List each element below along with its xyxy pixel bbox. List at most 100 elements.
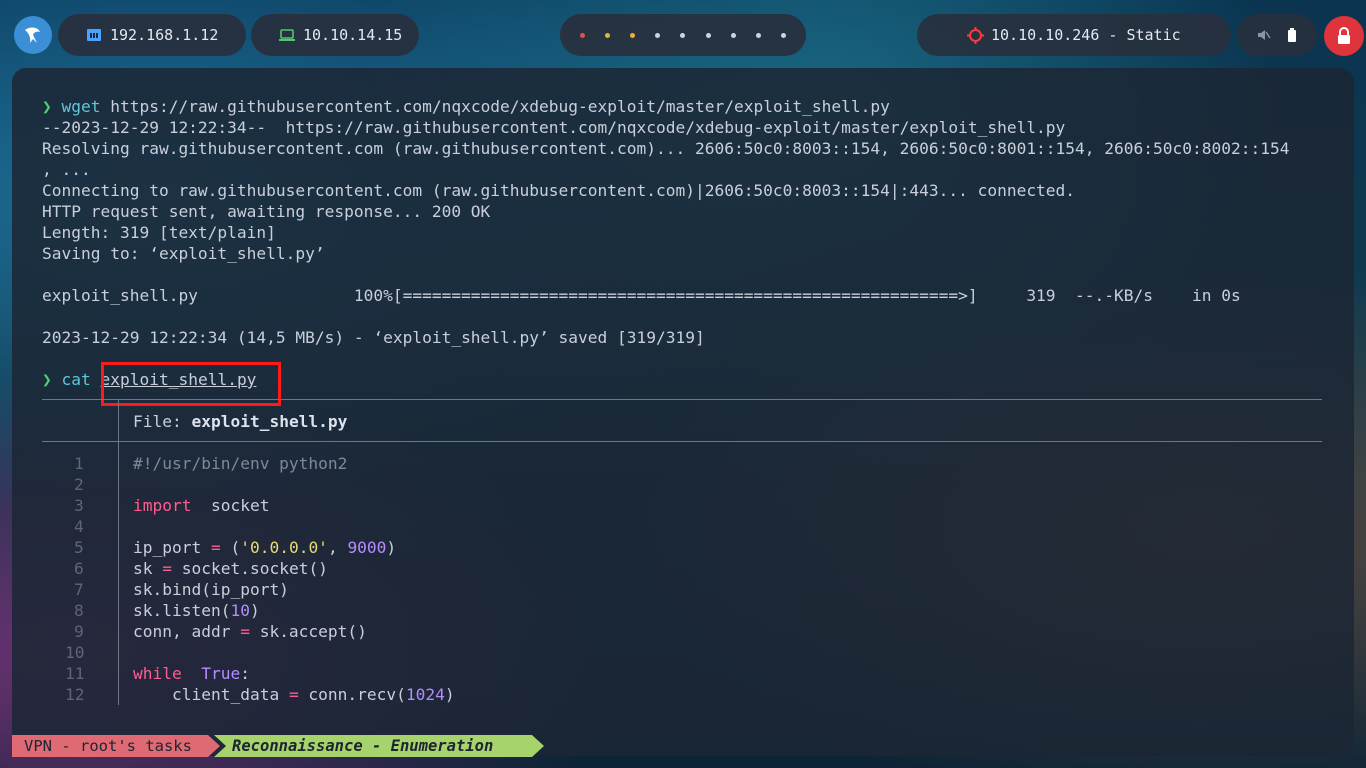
output-line: HTTP request sent, awaiting response... … <box>42 202 491 221</box>
workspace-5-indicator[interactable] <box>680 32 686 38</box>
bird-logo-icon <box>25 27 40 43</box>
output-line: --2023-12-29 12:22:34-- https://raw.gith… <box>42 118 1066 137</box>
line-number: 6 <box>74 559 84 578</box>
code-line: client_data = conn.recv(1024) <box>133 684 455 705</box>
workspace-3-indicator[interactable] <box>630 32 636 38</box>
volume-muted-icon[interactable] <box>1257 28 1271 42</box>
workspace-switcher[interactable] <box>560 14 806 56</box>
line-number: 3 <box>74 496 84 515</box>
wget-url: https://raw.githubusercontent.com/nqxcod… <box>100 97 890 116</box>
file-name: exploit_shell.py <box>191 412 348 431</box>
boolean-literal: True <box>201 664 241 683</box>
bat-gutter-rule <box>118 441 119 705</box>
bat-file-header: File: exploit_shell.py <box>133 411 347 432</box>
laptop-icon <box>279 29 295 41</box>
workspace-6-indicator[interactable] <box>705 32 711 38</box>
workspace-1-indicator[interactable] <box>580 32 586 38</box>
code-line: #!/usr/bin/env python2 <box>133 454 348 473</box>
code-line: ip_port = ('0.0.0.0', 9000) <box>133 537 396 558</box>
operator: = <box>210 538 221 557</box>
workspace-2-indicator[interactable] <box>605 32 611 38</box>
code-text: , <box>327 538 348 557</box>
cat-command: cat <box>61 370 91 389</box>
code-text: client_data <box>133 685 289 704</box>
output-line: Length: 319 [text/plain] <box>42 223 276 242</box>
line-number: 1 <box>74 454 84 473</box>
code-text: socket.socket() <box>172 559 328 578</box>
operator: = <box>288 685 299 704</box>
workspace-4-indicator[interactable] <box>655 32 661 38</box>
terminal-window[interactable]: ❯ wget https://raw.githubusercontent.com… <box>12 68 1354 756</box>
code-text: conn.recv( <box>298 685 406 704</box>
workspace-9-indicator[interactable] <box>780 32 786 38</box>
bat-header-rule <box>42 441 1322 442</box>
code-line: sk.bind(ip_port) <box>133 580 289 599</box>
code-line: sk = socket.socket() <box>133 558 328 579</box>
code-text: sk.listen( <box>133 601 231 620</box>
code-line: import socket <box>133 495 269 516</box>
line-number: 10 <box>65 643 85 662</box>
code-line: sk.listen(10) <box>133 600 260 621</box>
line-number: 7 <box>74 580 84 599</box>
operator: = <box>162 559 172 578</box>
target-ip-text: 10.10.10.246 - Static <box>991 26 1181 44</box>
target-ip-widget[interactable]: 10.10.10.246 - Static <box>917 14 1231 56</box>
code-text: socket <box>191 496 270 515</box>
code-text: sk <box>133 559 163 578</box>
output-line: Resolving raw.githubusercontent.com (raw… <box>42 139 1290 158</box>
bat-header-gutter-rule <box>118 399 119 441</box>
operator: = <box>240 622 250 641</box>
code-text: ) <box>386 538 397 557</box>
local-ip-text: 192.168.1.12 <box>110 26 219 44</box>
code-text: ip_port <box>133 538 211 557</box>
lock-icon <box>1338 27 1350 44</box>
output-line: , ... <box>42 160 91 179</box>
string-literal: '0.0.0.0' <box>240 538 328 557</box>
battery-icon[interactable] <box>1287 27 1297 43</box>
keyword: import <box>133 496 192 515</box>
distro-logo-button[interactable] <box>14 16 52 54</box>
lock-screen-button[interactable] <box>1324 16 1364 56</box>
code-text: ( <box>220 538 241 557</box>
code-line: conn, addr = sk.accept() <box>133 621 367 642</box>
line-number: 9 <box>74 622 84 641</box>
output-line: Saving to: ‘exploit_shell.py’ <box>42 244 325 263</box>
line-number: 12 <box>65 685 85 704</box>
vpn-ip-text: 10.10.14.15 <box>303 26 403 44</box>
code-text: ) <box>444 685 455 704</box>
number-literal: 1024 <box>405 685 445 704</box>
session-label[interactable]: VPN - root's tasks <box>12 735 220 757</box>
number-literal: 9000 <box>347 538 387 557</box>
workspace-7-indicator[interactable] <box>730 32 736 38</box>
crosshair-icon <box>967 27 984 44</box>
file-label: File: <box>133 412 192 431</box>
code-text: : <box>240 664 250 683</box>
line-number: 8 <box>74 601 84 620</box>
download-progress: exploit_shell.py 100%[==================… <box>42 286 1241 305</box>
prompt-symbol: ❯ <box>42 370 52 389</box>
code-line: while True: <box>133 663 250 684</box>
line-number: 11 <box>65 664 85 683</box>
keyword: while <box>133 664 182 683</box>
line-number: 5 <box>74 538 84 557</box>
code-text: conn, addr <box>133 622 241 641</box>
wget-command-line: ❯ wget https://raw.githubusercontent.com… <box>42 96 890 117</box>
ethernet-icon <box>87 29 101 41</box>
number-literal: 10 <box>230 601 250 620</box>
line-number: 4 <box>74 517 84 536</box>
local-ip-widget[interactable]: 192.168.1.12 <box>58 14 246 56</box>
window-label[interactable]: Reconnaissance - Enumeration <box>214 735 544 757</box>
line-number: 2 <box>74 475 84 494</box>
download-saved-line: 2023-12-29 12:22:34 (14,5 MB/s) - ‘explo… <box>42 328 705 347</box>
code-text: ) <box>249 601 260 620</box>
vpn-ip-widget[interactable]: 10.10.14.15 <box>251 14 419 56</box>
system-tray <box>1237 14 1317 56</box>
wget-command: wget <box>61 97 101 116</box>
prompt-symbol: ❯ <box>42 97 52 116</box>
bat-top-rule <box>42 399 1322 400</box>
top-bar: 192.168.1.12 10.10.14.15 10.10.10.246 - … <box>0 14 1366 56</box>
code-text: sk.accept() <box>249 622 367 641</box>
workspace-8-indicator[interactable] <box>755 32 761 38</box>
output-line: Connecting to raw.githubusercontent.com … <box>42 181 1076 200</box>
